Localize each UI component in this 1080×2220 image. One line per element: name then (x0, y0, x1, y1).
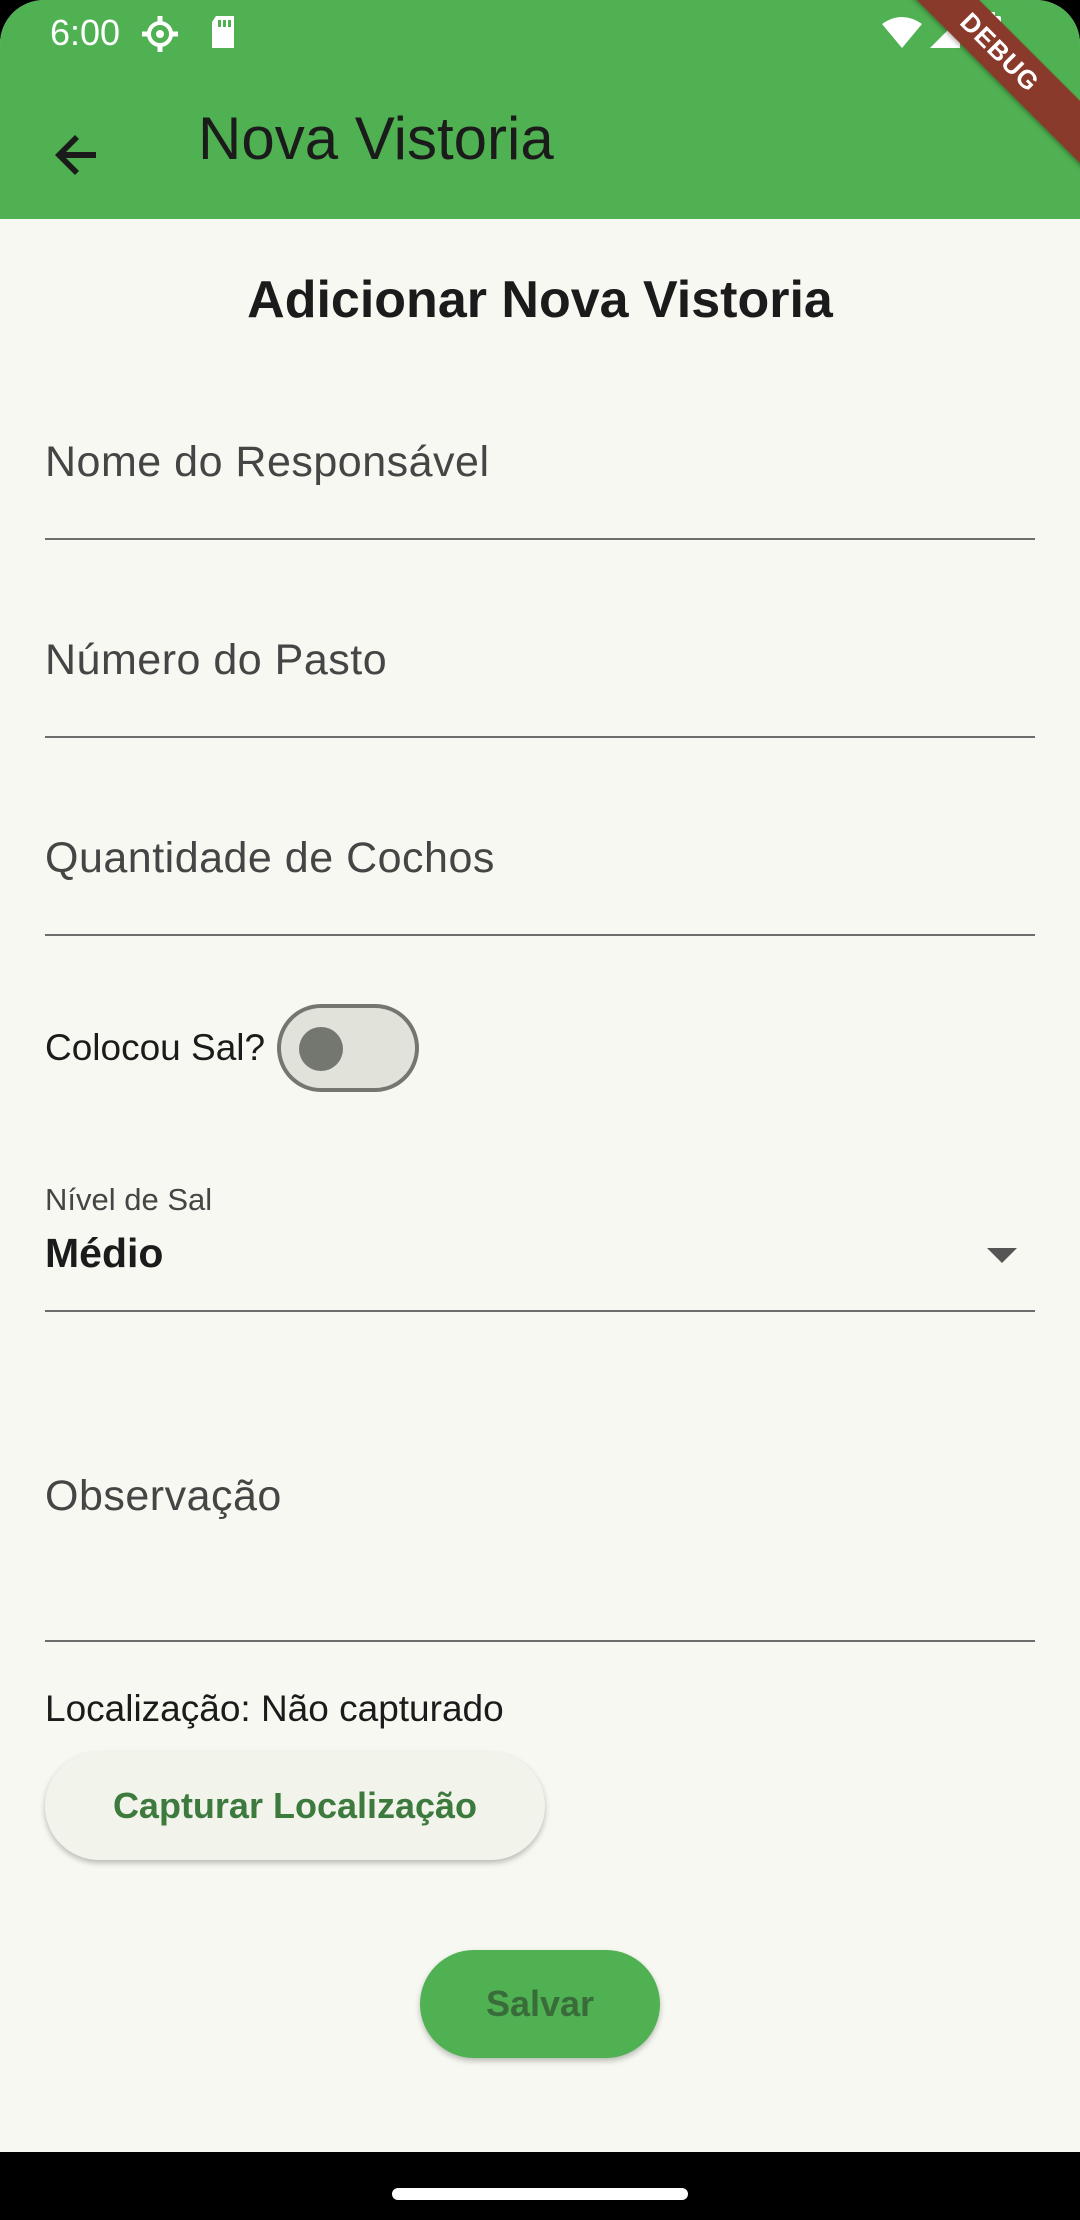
nivel-sal-value: Médio (45, 1230, 164, 1276)
top-bar: 6:00 Nova Vistoria DEBUG (0, 0, 1080, 219)
wifi-icon (880, 16, 924, 55)
page-heading: Adicionar Nova Vistoria (247, 271, 833, 329)
responsavel-field[interactable]: Nome do Responsável (45, 418, 1035, 540)
dropdown-arrow-icon (987, 1248, 1017, 1263)
observacao-field[interactable]: Observação (45, 1400, 1035, 1642)
nivel-sal-label: Nível de Sal (45, 1182, 213, 1217)
sal-switch-label: Colocou Sal? (45, 1027, 266, 1068)
location-status: Localização: Não capturado (45, 1688, 504, 1729)
app-title: Nova Vistoria (198, 105, 554, 172)
nivel-sal-dropdown[interactable]: Nível de Sal Médio (45, 1172, 1035, 1312)
capture-location-button[interactable]: Capturar Localização (45, 1752, 545, 1860)
arrow-back-icon (52, 130, 102, 185)
navigation-bar (0, 2152, 1080, 2220)
observacao-label: Observação (45, 1472, 282, 1520)
pasto-label: Número do Pasto (45, 636, 388, 684)
app-bar: Nova Vistoria (0, 66, 1080, 219)
gear-icon (140, 14, 180, 59)
cochos-label: Quantidade de Cochos (45, 834, 495, 882)
responsavel-label: Nome do Responsável (45, 438, 490, 486)
status-time: 6:00 (50, 12, 121, 53)
status-bar: 6:00 (0, 0, 1080, 66)
back-button[interactable] (32, 112, 122, 202)
pasto-field[interactable]: Número do Pasto (45, 616, 1035, 738)
cochos-field[interactable]: Quantidade de Cochos (45, 814, 1035, 936)
save-button[interactable]: Salvar (420, 1950, 660, 2058)
sal-switch-row: Colocou Sal? (45, 1000, 420, 1096)
sal-switch[interactable] (277, 1004, 420, 1092)
home-indicator[interactable] (392, 2188, 688, 2200)
sd-card-icon (208, 14, 238, 55)
switch-thumb (299, 1027, 344, 1071)
screen: 6:00 Nova Vistoria DEBUG Adicionar Nova … (0, 0, 1080, 2220)
